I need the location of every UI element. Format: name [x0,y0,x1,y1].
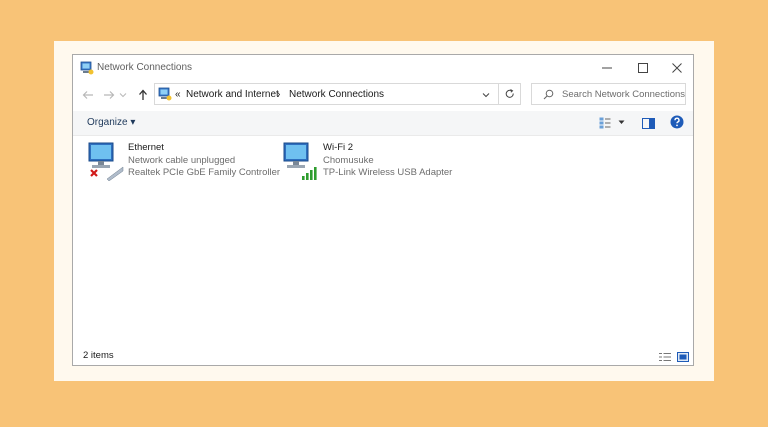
file-list: Ethernet Network cable unplugged Realtek… [73,135,693,341]
status-bar: 2 items [73,345,693,365]
item-name: Wi-Fi 2 [323,142,354,153]
back-arrow-icon [82,91,93,99]
minimize-button[interactable] [589,55,625,81]
details-view-icon [659,353,671,361]
item-device: TP-Link Wireless USB Adapter [323,167,453,178]
organize-button[interactable]: Organize ▾ [87,117,135,128]
explorer-window: Network Connections « Network and Intern… [72,54,694,366]
title-bar[interactable]: Network Connections [73,55,693,81]
search-input[interactable]: Search Network Connections [531,83,686,105]
network-connections-icon [80,61,94,75]
help-button[interactable] [670,115,684,129]
address-row: « Network and Internet › Network Connect… [73,81,693,109]
item-status: Network cable unplugged [128,154,236,166]
change-view-button[interactable] [599,116,625,130]
up-button[interactable] [135,87,151,103]
item-status: Chomusuke [323,154,374,166]
search-icon [543,89,554,100]
item-device: Realtek PCIe GbE Family Controller [128,167,281,178]
forward-button[interactable] [101,87,117,103]
large-icons-view-icon [677,352,689,362]
details-view-icon [599,117,611,129]
preview-pane-button[interactable] [642,116,656,130]
network-connections-icon [158,87,172,101]
list-item-ethernet[interactable]: Ethernet Network cable unplugged Realtek… [87,141,282,185]
breadcrumb-network-and-internet[interactable]: Network and Internet [186,89,279,100]
forward-arrow-icon [104,91,115,99]
help-icon [670,115,684,129]
address-bar[interactable]: « Network and Internet › Network Connect… [154,83,499,105]
chevron-down-icon [119,93,127,98]
address-overflow[interactable]: « [175,89,181,100]
up-arrow-icon [139,89,147,100]
item-count: 2 items [83,350,114,361]
refresh-button[interactable] [499,83,521,105]
command-bar: Organize ▾ [73,111,693,136]
chevron-down-icon [618,120,625,124]
breadcrumb-network-connections[interactable]: Network Connections [289,89,384,100]
item-name: Ethernet [128,142,164,153]
item-details: Ethernet Network cable unplugged Realtek… [128,142,280,180]
list-item-wifi-2[interactable]: Wi-Fi 2 Chomusuke TP-Link Wireless USB A… [282,141,482,185]
search-placeholder: Search Network Connections [562,89,686,100]
item-details: Wi-Fi 2 Chomusuke TP-Link Wireless USB A… [323,142,452,180]
maximize-button[interactable] [625,55,661,81]
preview-pane-icon [642,118,655,129]
details-view-toggle[interactable] [659,349,671,361]
breadcrumb-separator[interactable]: › [277,89,280,100]
address-dropdown-icon[interactable] [482,92,490,98]
wifi-adapter-icon [283,142,317,180]
back-button[interactable] [80,87,96,103]
close-icon [672,63,682,73]
recent-locations-button[interactable] [118,87,128,103]
minimize-icon [602,67,612,69]
close-button[interactable] [659,55,695,81]
large-icons-view-toggle[interactable] [677,349,689,362]
window-title: Network Connections [97,62,193,73]
maximize-icon [638,63,648,73]
ethernet-adapter-icon [88,142,124,181]
refresh-icon [505,89,514,98]
